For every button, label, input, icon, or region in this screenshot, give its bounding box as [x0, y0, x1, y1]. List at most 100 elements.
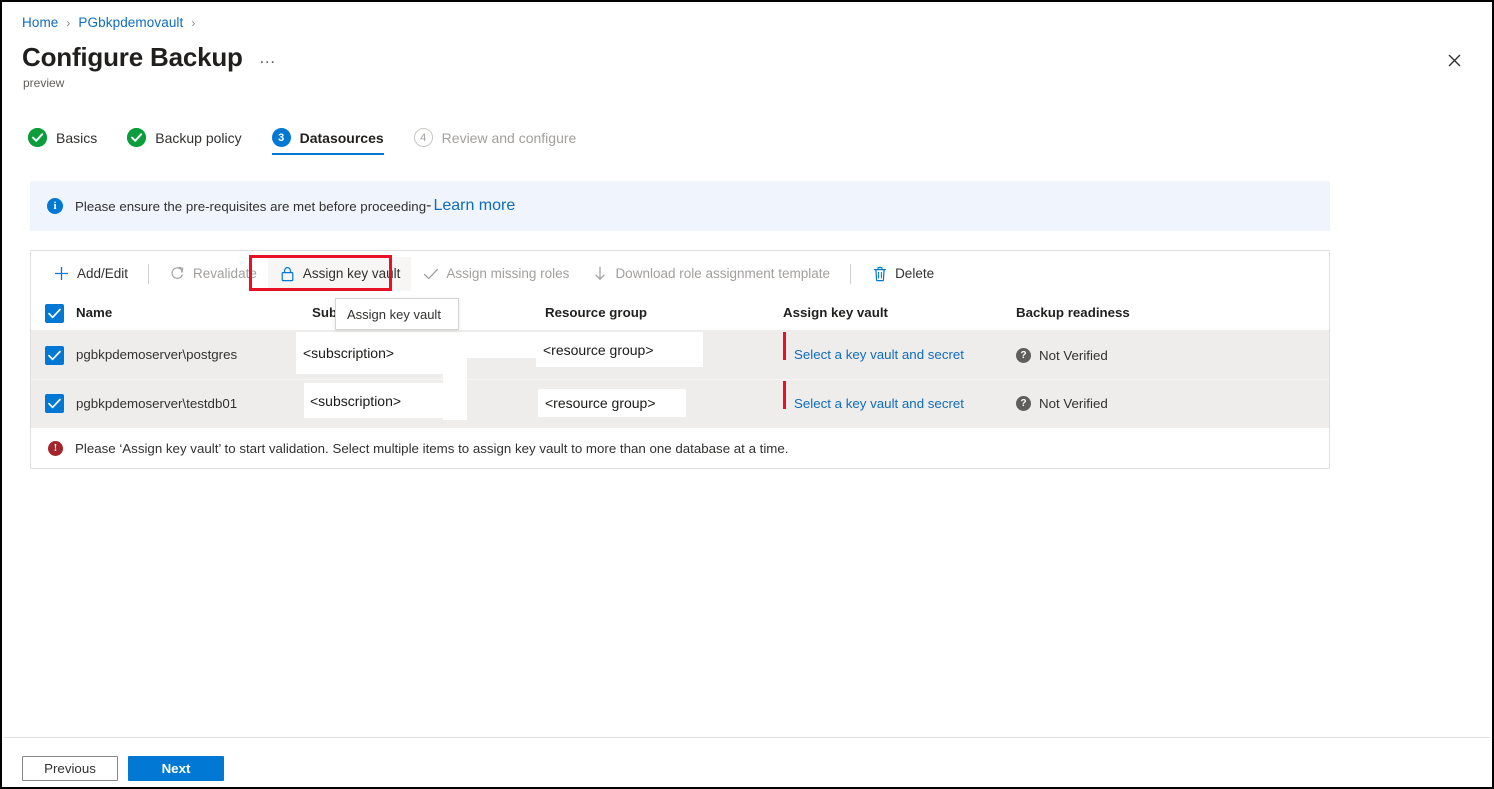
backup-readiness-label: Not Verified [1039, 348, 1108, 363]
next-button[interactable]: Next [128, 756, 224, 781]
breadcrumb-separator-icon-2: › [191, 17, 195, 29]
select-key-vault-link[interactable]: Select a key vault and secret [783, 396, 964, 411]
breadcrumb-item-vault[interactable]: PGbkpdemovault [78, 15, 183, 30]
assign-key-vault-label: Assign key vault [303, 266, 401, 281]
redaction-box-subscription-1: <subscription> [296, 332, 443, 374]
cell-backup-readiness: ? Not Verified [1016, 396, 1329, 411]
add-edit-button[interactable]: Add/Edit [42, 257, 139, 291]
redaction-box-blank-1 [430, 332, 540, 358]
cell-assign-key-vault: Select a key vault and secret [783, 346, 1016, 364]
more-options-icon[interactable]: … [259, 48, 277, 68]
download-role-assignment-template-button[interactable]: Download role assignment template [580, 257, 841, 291]
delete-label: Delete [895, 266, 934, 281]
info-banner-dash: - [426, 197, 431, 215]
lock-icon [279, 265, 296, 282]
required-indicator-bar [783, 381, 786, 409]
check-circle-icon-2 [127, 128, 146, 147]
question-icon: ? [1016, 348, 1031, 363]
wizard-step-basics[interactable]: Basics [28, 128, 111, 155]
download-role-assignment-template-label: Download role assignment template [615, 266, 830, 281]
learn-more-link[interactable]: Learn more [433, 197, 515, 215]
column-header-resource-group-label: Resource group [545, 305, 647, 320]
wizard-step-label-basics: Basics [56, 130, 97, 146]
prerequisites-info-banner: i Please ensure the pre-requisites are m… [30, 181, 1330, 231]
column-header-resource-group[interactable]: Resource group [545, 304, 783, 322]
wizard-footer: Previous Next [22, 756, 224, 781]
add-edit-label: Add/Edit [77, 266, 128, 281]
trash-icon [871, 265, 888, 282]
close-icon [1448, 54, 1461, 67]
revalidate-label: Revalidate [193, 266, 257, 281]
cell-name: pgbkpdemoserver\postgres [74, 346, 312, 364]
toolbar-divider-2 [850, 264, 851, 284]
row-select-cell[interactable] [31, 346, 74, 365]
page-title: Configure Backup [22, 40, 243, 74]
grid-command-bar: Add/Edit Revalidate [31, 251, 1329, 296]
cell-name-label: pgbkpdemoserver\postgres [76, 347, 237, 362]
step-number-badge-4: 4 [414, 128, 433, 147]
select-all-cell[interactable] [31, 304, 74, 323]
column-header-name-label: Name [76, 305, 112, 320]
assign-missing-roles-button[interactable]: Assign missing roles [411, 257, 580, 291]
breadcrumb: Home › PGbkpdemovault › [22, 15, 203, 30]
info-banner-text: Please ensure the pre-requisites are met… [75, 199, 426, 214]
redaction-box-subscription-2: <subscription> [304, 383, 466, 418]
wizard-step-label-backup-policy: Backup policy [155, 130, 241, 146]
wizard-step-backup-policy[interactable]: Backup policy [127, 128, 255, 155]
redaction-resource-group-text-1: <resource group> [543, 342, 654, 358]
wizard-step-review-and-configure[interactable]: 4 Review and configure [414, 128, 591, 155]
column-header-backup-readiness-label: Backup readiness [1016, 305, 1130, 320]
breadcrumb-separator-icon: › [66, 17, 70, 29]
row-checkbox[interactable] [45, 346, 64, 365]
cell-name: pgbkpdemoserver\testdb01 [74, 395, 312, 413]
toolbar-divider-1 [148, 264, 149, 284]
wizard-step-datasources[interactable]: 3 Datasources [272, 128, 398, 155]
redaction-resource-group-text-2: <resource group> [545, 395, 656, 411]
grid-validation-text: Please ‘Assign key vault’ to start valid… [75, 441, 788, 456]
redaction-box-resource-group-1: <resource group> [536, 332, 703, 367]
assign-key-vault-tooltip: Assign key vault [335, 298, 459, 330]
refresh-icon [169, 265, 186, 282]
check-icon [422, 265, 439, 282]
check-circle-icon [28, 128, 47, 147]
column-header-name[interactable]: Name [74, 304, 312, 322]
configure-backup-blade: Home › PGbkpdemovault › Configure Backup… [0, 0, 1494, 789]
footer-divider [4, 737, 1490, 738]
step-number-badge: 3 [272, 128, 291, 147]
backup-readiness-label: Not Verified [1039, 396, 1108, 411]
grid-validation-message: ! Please ‘Assign key vault’ to start val… [31, 427, 1329, 468]
info-icon: i [47, 198, 63, 214]
wizard-step-label-datasources: Datasources [300, 130, 384, 146]
revalidate-button[interactable]: Revalidate [158, 257, 268, 291]
page-title-row: Configure Backup … [22, 40, 277, 74]
error-icon: ! [48, 441, 63, 456]
assign-key-vault-button[interactable]: Assign key vault [268, 257, 412, 291]
row-checkbox[interactable] [45, 394, 64, 413]
select-all-checkbox[interactable] [45, 304, 64, 323]
column-header-assign-key-vault[interactable]: Assign key vault [783, 304, 1016, 322]
column-header-assign-key-vault-label: Assign key vault [783, 305, 888, 320]
delete-button[interactable]: Delete [860, 257, 945, 291]
question-icon: ? [1016, 396, 1031, 411]
preview-badge: preview [23, 76, 64, 90]
cell-name-label: pgbkpdemoserver\testdb01 [76, 396, 237, 411]
row-select-cell[interactable] [31, 394, 74, 413]
redaction-subscription-text-1: <subscription> [303, 345, 394, 361]
close-button[interactable] [1438, 44, 1470, 76]
table-header-row: Name Subscription Resource group Assign … [31, 296, 1329, 331]
wizard-step-label-review: Review and configure [442, 130, 577, 146]
redaction-box-blank-2 [443, 358, 467, 420]
column-header-backup-readiness[interactable]: Backup readiness [1016, 304, 1329, 322]
cell-assign-key-vault: Select a key vault and secret [783, 395, 1016, 413]
redaction-subscription-text-2: <subscription> [310, 393, 401, 409]
redaction-box-resource-group-2: <resource group> [538, 389, 686, 417]
download-icon [591, 265, 608, 282]
wizard-steps: Basics Backup policy 3 Datasources 4 Rev… [28, 128, 590, 155]
select-key-vault-link[interactable]: Select a key vault and secret [783, 347, 964, 362]
cell-backup-readiness: ? Not Verified [1016, 348, 1329, 363]
required-indicator-bar [783, 332, 786, 360]
plus-icon [53, 265, 70, 282]
assign-missing-roles-label: Assign missing roles [446, 266, 569, 281]
breadcrumb-item-home[interactable]: Home [22, 15, 58, 30]
previous-button[interactable]: Previous [22, 756, 118, 781]
